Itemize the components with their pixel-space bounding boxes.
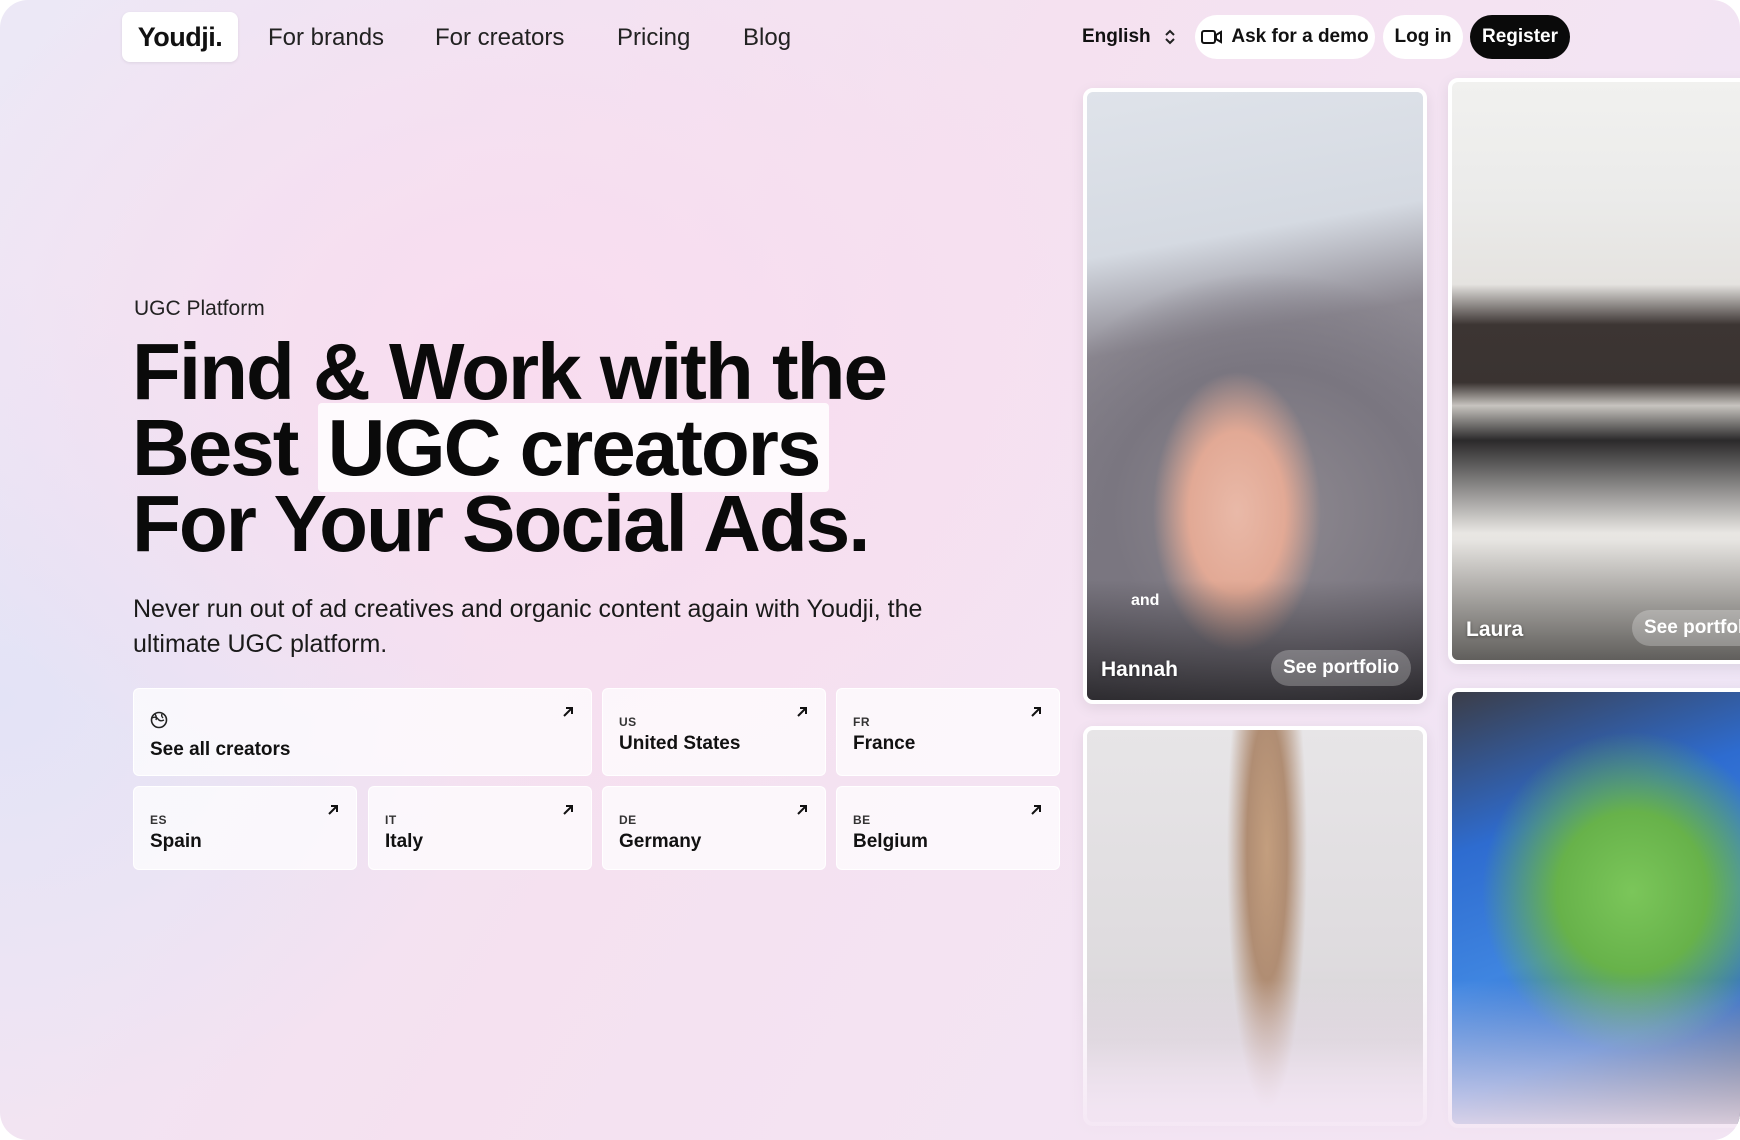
logo[interactable]: Youdji. bbox=[122, 12, 238, 62]
video-camera-icon bbox=[1201, 30, 1223, 44]
creator-name: Laura bbox=[1466, 618, 1524, 641]
see-portfolio-button[interactable]: See portfolio bbox=[1271, 650, 1412, 686]
country-name: Germany bbox=[619, 831, 702, 852]
arrow-up-right-icon bbox=[1031, 707, 1041, 717]
nav-link-blog[interactable]: Blog bbox=[743, 24, 791, 52]
country-name: Belgium bbox=[853, 831, 928, 852]
country-code: DE bbox=[619, 813, 637, 827]
country-card-de[interactable]: DE Germany bbox=[602, 786, 826, 870]
video-caption: and bbox=[1131, 592, 1160, 609]
country-card-be[interactable]: BE Belgium bbox=[836, 786, 1060, 870]
country-code: ES bbox=[150, 813, 168, 827]
creator-name: Hannah bbox=[1101, 658, 1179, 681]
headline-line-3: For Your Social Ads. bbox=[132, 479, 870, 568]
country-card-it[interactable]: IT Italy bbox=[368, 786, 592, 870]
arrow-up-right-icon bbox=[797, 805, 807, 815]
page: Youdji. For brands For creators Pricing … bbox=[0, 0, 1740, 1140]
hero-subtitle: Never run out of ad creatives and organi… bbox=[133, 595, 923, 658]
see-all-creators-label: See all creators bbox=[150, 739, 291, 760]
login-button[interactable]: Log in bbox=[1383, 15, 1463, 59]
globe-icon bbox=[150, 711, 168, 729]
country-card-fr[interactable]: FR France bbox=[836, 688, 1060, 776]
see-all-creators-card[interactable]: See all creators bbox=[133, 688, 592, 776]
country-name: United States bbox=[619, 733, 741, 754]
language-label: English bbox=[1082, 26, 1151, 47]
hero-eyebrow: UGC Platform bbox=[134, 297, 265, 320]
hero-headline: Find & Work with the Best UGC creators F… bbox=[132, 332, 1032, 564]
country-card-es[interactable]: ES Spain bbox=[133, 786, 357, 870]
arrow-up-right-icon bbox=[563, 805, 573, 815]
chevron-up-down-icon bbox=[1164, 29, 1175, 45]
nav-link-pricing[interactable]: Pricing bbox=[617, 24, 690, 52]
creator-video-tile-laura[interactable]: Laura See portfolio bbox=[1448, 78, 1740, 664]
country-name: France bbox=[853, 733, 916, 754]
nav-link-for-brands[interactable]: For brands bbox=[268, 24, 384, 52]
see-portfolio-button[interactable]: See portfolio bbox=[1632, 610, 1740, 646]
country-code: IT bbox=[385, 813, 397, 827]
arrow-up-right-icon bbox=[328, 805, 338, 815]
country-code: US bbox=[619, 715, 637, 729]
ask-demo-button[interactable]: Ask for a demo bbox=[1195, 15, 1375, 59]
language-selector[interactable]: English bbox=[1082, 26, 1177, 48]
arrow-up-right-icon bbox=[1031, 805, 1041, 815]
register-button[interactable]: Register bbox=[1470, 15, 1570, 59]
nav-link-for-creators[interactable]: For creators bbox=[435, 24, 564, 52]
creator-video-tile-hannah[interactable]: and Hannah See portfolio bbox=[1083, 88, 1427, 704]
country-name: Spain bbox=[150, 831, 202, 852]
gallery-fade bbox=[1060, 980, 1740, 1140]
country-code: FR bbox=[853, 715, 870, 729]
country-card-us[interactable]: US United States bbox=[602, 688, 826, 776]
arrow-up-right-icon bbox=[797, 707, 807, 717]
arrow-up-right-icon bbox=[563, 707, 573, 717]
top-nav: Youdji. For brands For creators Pricing … bbox=[0, 0, 1740, 76]
country-name: Italy bbox=[385, 831, 424, 852]
country-code: BE bbox=[853, 813, 871, 827]
ask-demo-label: Ask for a demo bbox=[1231, 26, 1369, 47]
